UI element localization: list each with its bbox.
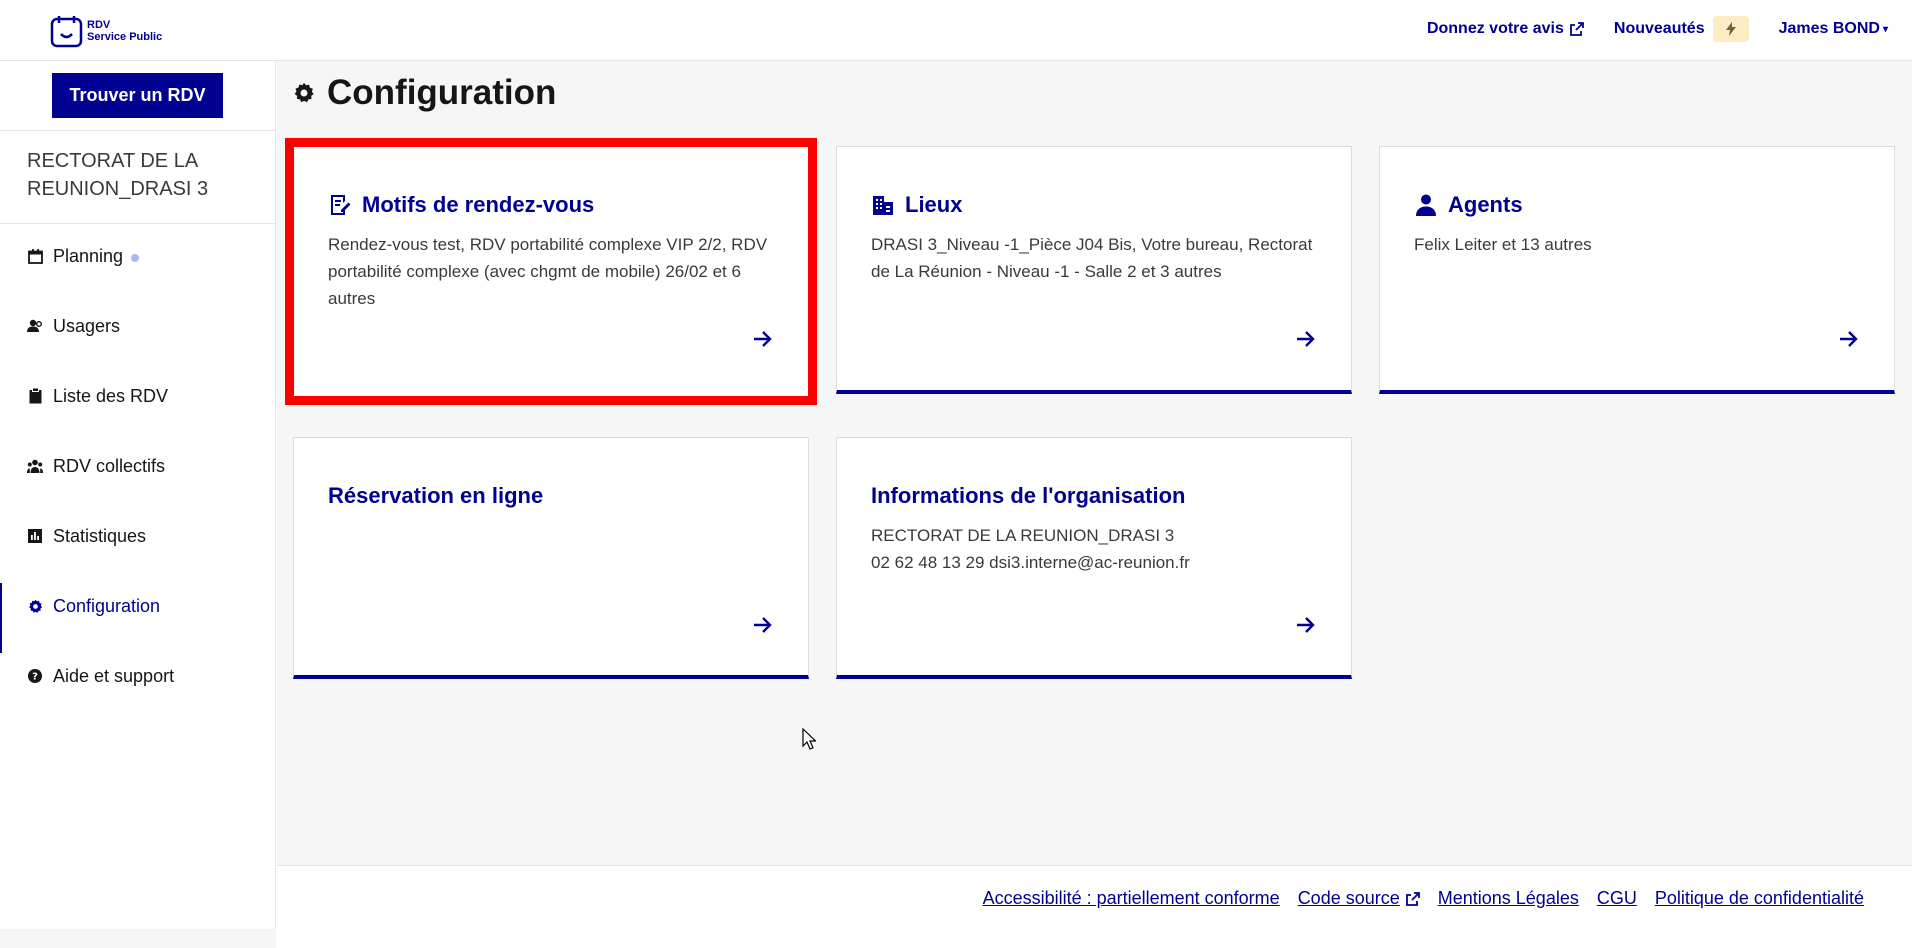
feedback-link-label: Donnez votre avis: [1426, 20, 1564, 37]
question-icon: ?: [27, 668, 43, 684]
cgu-link[interactable]: CGU: [1597, 888, 1637, 909]
sidebar-nav: Planning Usagers Liste des RDV RDV colle…: [0, 221, 276, 711]
card-title-text: Lieux: [905, 192, 963, 217]
card-title-text: Informations de l'organisation: [871, 483, 1186, 508]
gear-icon: [294, 82, 314, 103]
org-info-name: RECTORAT DE LA REUNION_DRASI 3: [871, 526, 1175, 545]
arrow-right-icon: [754, 617, 772, 633]
chevron-down-icon: ▾: [1882, 23, 1888, 35]
sidebar-item-liste-rdv[interactable]: Liste des RDV: [0, 361, 276, 431]
sidebar-divider: [0, 130, 276, 131]
card-reservation-en-ligne[interactable]: Réservation en ligne: [293, 437, 809, 679]
top-header: RDV Service Public Donnez votre avis Nou…: [0, 0, 1912, 61]
logo-line2: Service Public: [87, 31, 163, 43]
main-content: Configuration Motifs de rendez-vous Rend…: [277, 61, 1912, 865]
card-title: Agents: [1414, 192, 1523, 218]
sidebar-item-statistiques[interactable]: Statistiques: [0, 501, 276, 571]
sidebar-item-planning[interactable]: Planning: [0, 221, 276, 291]
source-code-label: Code source: [1297, 888, 1400, 908]
header-links: Donnez votre avis Nouveautés James BOND …: [1397, 16, 1888, 42]
privacy-policy-link[interactable]: Politique de confidentialité: [1655, 888, 1864, 909]
card-description: RECTORAT DE LA REUNION_DRASI 3 02 62 48 …: [871, 522, 1321, 576]
sidebar-item-label: Usagers: [53, 315, 121, 336]
card-informations-organisation[interactable]: Informations de l'organisation RECTORAT …: [836, 437, 1352, 679]
mouse-cursor-icon: [802, 728, 816, 750]
building-icon: [873, 196, 893, 215]
card-title-text: Réservation en ligne: [328, 483, 544, 508]
svg-text:?: ?: [32, 672, 38, 683]
feedback-link[interactable]: Donnez votre avis: [1427, 20, 1584, 38]
organisation-name: RECTORAT DE LA REUNION_DRASI 3: [27, 150, 209, 200]
logo-line1: RDV: [87, 19, 111, 31]
card-agents[interactable]: Agents Felix Leiter et 13 autres: [1379, 146, 1895, 394]
arrow-right-icon: [754, 331, 772, 347]
arrow-right-icon: [1297, 331, 1315, 347]
group-icon: [27, 458, 43, 474]
page-title: Configuration: [293, 73, 556, 113]
gear-icon: [27, 598, 43, 614]
edit-document-icon: [331, 195, 351, 215]
arrow-right-icon: [1840, 331, 1858, 347]
org-info-contact: 02 62 48 13 29 dsi3.interne@ac-reunion.f…: [871, 553, 1190, 572]
users-icon: [27, 318, 43, 334]
news-link-label: Nouveautés: [1613, 20, 1705, 37]
notification-dot: [131, 254, 140, 262]
arrow-right-icon: [1297, 617, 1315, 633]
sidebar-item-label: Liste des RDV: [53, 385, 169, 406]
calendar-icon: [27, 248, 43, 264]
card-title: Lieux: [871, 192, 962, 218]
accessibility-link[interactable]: Accessibilité : partiellement conforme: [983, 888, 1280, 909]
sidebar-item-label: Statistiques: [53, 525, 147, 546]
footer-links: Accessibilité : partiellement conforme C…: [965, 888, 1864, 909]
card-title-text: Agents: [1448, 192, 1523, 217]
footer: Accessibilité : partiellement conforme C…: [277, 865, 1912, 948]
sidebar-item-label: Planning: [53, 245, 124, 266]
card-title: Réservation en ligne: [328, 483, 543, 509]
clipboard-icon: [27, 388, 43, 404]
legal-notice-link[interactable]: Mentions Légales: [1438, 888, 1579, 909]
sidebar: Trouver un RDV RECTORAT DE LA REUNION_DR…: [0, 61, 276, 929]
external-link-icon: [1405, 891, 1420, 906]
card-lieux[interactable]: Lieux DRASI 3_Niveau -1_Pièce J04 Bis, V…: [836, 146, 1352, 394]
bar-chart-icon: [27, 528, 43, 544]
card-title: Motifs de rendez-vous: [328, 192, 594, 218]
card-description: Rendez-vous test, RDV portabilité comple…: [328, 235, 768, 308]
news-link[interactable]: Nouveautés: [1614, 16, 1749, 42]
logo-text: RDV Service Public: [87, 19, 162, 43]
sidebar-item-rdv-collectifs[interactable]: RDV collectifs: [0, 431, 276, 501]
source-code-link[interactable]: Code source: [1298, 888, 1420, 909]
card-description: Felix Leiter et 13 autres: [1414, 235, 1592, 254]
card-motifs[interactable]: Motifs de rendez-vous Rendez-vous test, …: [285, 138, 817, 405]
news-badge: [1712, 16, 1749, 42]
sidebar-bottom: [0, 929, 276, 948]
sidebar-item-label: Configuration: [53, 595, 161, 616]
user-menu[interactable]: James BOND ▾: [1779, 20, 1888, 38]
person-icon: [1416, 194, 1436, 216]
calendar-logo-icon: [50, 16, 83, 48]
card-description: DRASI 3_Niveau -1_Pièce J04 Bis, Votre b…: [871, 235, 1313, 281]
card-title-text: Motifs de rendez-vous: [362, 192, 595, 217]
find-rdv-button[interactable]: Trouver un RDV: [52, 73, 223, 118]
sidebar-item-label: RDV collectifs: [53, 455, 166, 476]
user-name: James BOND: [1778, 20, 1880, 37]
external-link-icon: [1569, 22, 1584, 36]
sidebar-item-configuration[interactable]: Configuration: [0, 571, 276, 653]
sidebar-item-usagers[interactable]: Usagers: [0, 291, 276, 361]
rdv-logo[interactable]: RDV Service Public: [50, 14, 162, 48]
lightning-icon: [1725, 22, 1736, 36]
card-title: Informations de l'organisation: [871, 483, 1185, 509]
page-title-text: Configuration: [327, 73, 557, 112]
sidebar-item-label: Aide et support: [53, 665, 175, 686]
sidebar-item-aide[interactable]: ? Aide et support: [0, 641, 276, 711]
